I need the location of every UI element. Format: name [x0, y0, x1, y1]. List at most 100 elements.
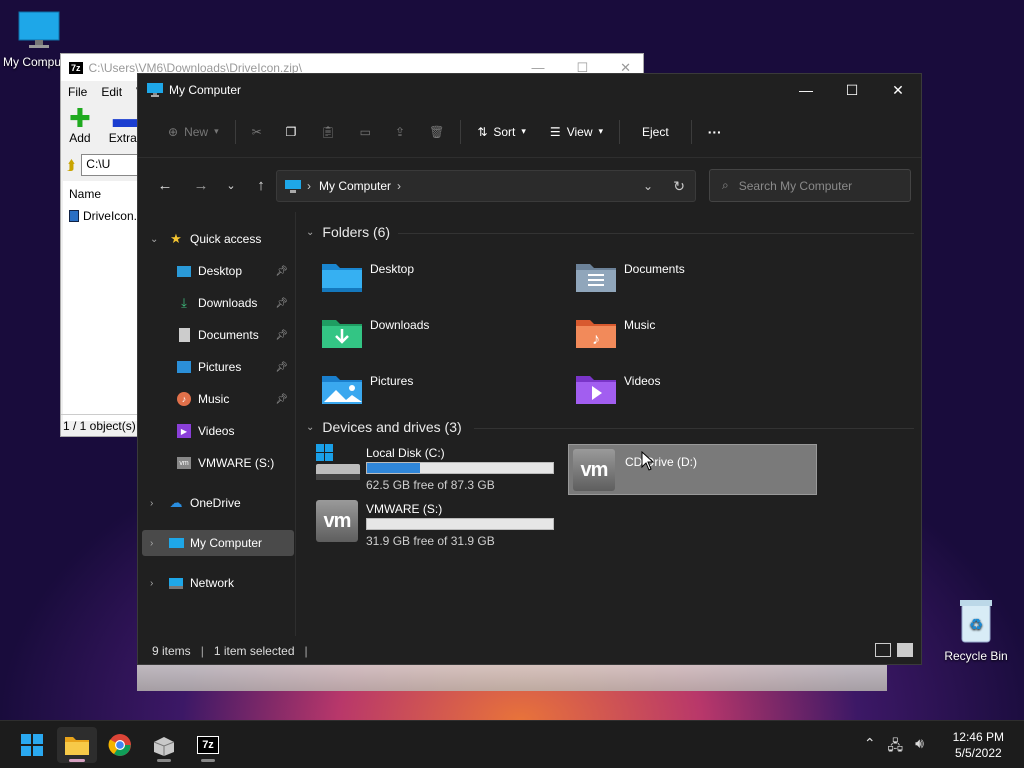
chevron-down-icon: ▾ [521, 126, 526, 136]
explorer-window[interactable]: My Computer — ☐ ✕ ⊕ New ▾ ✂ ❐ 📋︎ ▭ ⇪ 🗑︎ … [137, 73, 922, 665]
separator [460, 119, 462, 144]
folder-downloads[interactable]: Downloads [316, 312, 556, 356]
up-folder-icon[interactable]: ⮭ [67, 157, 75, 174]
search-placeholder: Search My Computer [738, 178, 853, 193]
chevron-up-icon[interactable]: ⌃ [864, 735, 876, 759]
background-window-edge [137, 665, 887, 691]
start-button[interactable] [12, 727, 52, 763]
clipboard-icon: 📋︎ [320, 124, 336, 139]
chevron-down-icon[interactable]: ⌄ [643, 179, 653, 193]
up-arrow-icon[interactable]: ↑ [246, 177, 276, 194]
network-icon[interactable]: 🖧︎ [888, 735, 904, 759]
group-title: Folders (6) [322, 224, 391, 240]
delete-button[interactable]: 🗑︎ [417, 116, 456, 148]
taskbar-file-explorer[interactable] [57, 727, 97, 763]
desktop-folder-icon [322, 264, 362, 292]
sevenzip-address-input[interactable]: C:\U [81, 154, 142, 176]
sidebar-item-label: Network [190, 576, 235, 590]
sidebar-item-onedrive[interactable]: › ☁ OneDrive [138, 490, 294, 516]
navigation-pane[interactable]: ⌄ ★ Quick access Desktop 📌︎ ⤓ Downloads … [138, 212, 296, 636]
tiles-view-icon[interactable] [897, 643, 913, 657]
desktop-recycle-bin-icon[interactable]: ♻ Recycle Bin [940, 598, 1012, 663]
sidebar-item-quick-access[interactable]: ⌄ ★ Quick access [138, 226, 294, 252]
forward-arrow-icon[interactable]: → [186, 177, 216, 194]
sidebar-item-label: Quick access [190, 232, 262, 246]
menu-edit[interactable]: Edit [101, 85, 122, 99]
new-button[interactable]: ⊕ New ▾ [156, 116, 231, 148]
search-input[interactable]: ⌕ Search My Computer [709, 169, 911, 202]
folder-name: Videos [624, 374, 661, 388]
drives-group-header[interactable]: ⌄ Devices and drives (3) [306, 419, 462, 435]
file-name: DriveIcon. [82, 209, 137, 223]
taskbar-chrome[interactable] [100, 727, 140, 763]
sort-button[interactable]: ⇅ Sort ▾ [465, 116, 538, 148]
rename-button[interactable]: ▭ [348, 116, 383, 148]
breadcrumb[interactable]: My Computer [319, 179, 391, 193]
mouse-cursor-icon [641, 451, 655, 471]
address-text: C:\U [86, 157, 111, 171]
folder-pictures[interactable]: Pictures [316, 368, 556, 412]
sidebar-item-my-computer[interactable]: › My Computer [142, 530, 294, 556]
window-controls: — ☐ ✕ [783, 74, 921, 106]
chevron-down-icon[interactable]: ⌄ [150, 234, 158, 245]
chevron-right-icon[interactable]: › [150, 498, 153, 509]
drive-name: VMWARE (S:) [366, 502, 443, 516]
folders-group-header[interactable]: ⌄ Folders (6) [306, 224, 390, 240]
minimize-button[interactable]: — [783, 74, 829, 106]
eject-label: Eject [642, 124, 669, 139]
clock[interactable]: 12:46 PM 5/5/2022 [953, 729, 1004, 761]
sidebar-item-network[interactable]: › Network [138, 570, 294, 596]
breadcrumb-chevron-icon[interactable]: › [397, 179, 401, 193]
maximize-button[interactable]: ☐ [829, 74, 875, 106]
content-pane[interactable]: ⌄ Folders (6) Desktop Documents Download… [298, 212, 921, 636]
menu-file[interactable]: File [68, 85, 87, 99]
add-button[interactable]: ✚ Add [69, 105, 91, 151]
view-button[interactable]: ☰ View ▾ [538, 116, 615, 148]
list-item[interactable]: DriveIcon. [63, 207, 143, 225]
folder-videos[interactable]: Videos [570, 368, 810, 412]
sidebar-item-label: VMWARE (S:) [198, 456, 275, 470]
chevron-right-icon[interactable]: › [150, 578, 153, 589]
star-icon: ★ [170, 231, 182, 246]
details-view-icon[interactable] [875, 643, 891, 657]
back-arrow-icon[interactable]: ← [150, 177, 180, 194]
sidebar-item-documents[interactable]: Documents 📌︎ [138, 322, 294, 348]
copy-button[interactable]: ❐ [274, 116, 309, 148]
sidebar-item-vmware[interactable]: vm VMWARE (S:) [138, 450, 294, 476]
sidebar-item-label: My Computer [190, 536, 263, 550]
recent-chevron-icon[interactable]: ⌄ [216, 179, 246, 192]
video-icon: ▶ [176, 423, 192, 439]
paste-button[interactable]: 📋︎ [308, 116, 347, 148]
drive-local-disk-c[interactable]: Local Disk (C:) 62.5 GB free of 87.3 GB [316, 444, 566, 494]
new-label: New [184, 124, 209, 139]
rename-icon: ▭ [359, 124, 372, 139]
cut-button[interactable]: ✂ [240, 116, 274, 148]
folder-documents[interactable]: Documents [570, 256, 810, 300]
share-button[interactable]: ⇪ [383, 116, 417, 148]
more-options-button[interactable]: ··· [696, 116, 734, 148]
address-bar[interactable]: › My Computer › ⌄ ↻ [276, 170, 696, 202]
drive-vmware-s[interactable]: vm VMWARE (S:) 31.9 GB free of 31.9 GB [316, 500, 566, 550]
refresh-icon[interactable]: ↻ [673, 178, 685, 195]
taskbar-7zip[interactable]: 7z [188, 727, 228, 763]
sidebar-item-videos[interactable]: ▶ Videos [138, 418, 294, 444]
sidebar-item-desktop[interactable]: Desktop 📌︎ [138, 258, 294, 284]
sidebar-item-pictures[interactable]: Pictures 📌︎ [138, 354, 294, 380]
volume-icon[interactable]: 🔊︎ [915, 735, 924, 759]
svg-text:♻: ♻ [969, 617, 983, 634]
folder-music[interactable]: ♪ Music [570, 312, 810, 356]
close-button[interactable]: ✕ [875, 74, 921, 106]
column-header-name[interactable]: Name [63, 181, 143, 207]
sidebar-item-downloads[interactable]: ⤓ Downloads 📌︎ [138, 290, 294, 316]
command-bar: ⊕ New ▾ ✂ ❐ 📋︎ ▭ ⇪ 🗑︎ ⇅ Sort ▾ ☰ View ▾ … [138, 106, 921, 158]
sidebar-item-music[interactable]: ♪ Music 📌︎ [138, 386, 294, 412]
sevenzip-file-list[interactable]: Name DriveIcon. [63, 181, 143, 421]
folder-desktop[interactable]: Desktop [316, 256, 556, 300]
chevron-right-icon[interactable]: › [150, 538, 153, 549]
drive-cd-d[interactable]: vm CD Drive (D:) [568, 444, 817, 495]
taskbar-installer[interactable] [144, 727, 184, 763]
separator [234, 119, 236, 144]
eject-button[interactable]: Eject [624, 116, 687, 148]
documents-folder-icon [576, 264, 616, 292]
sort-label: Sort [493, 124, 516, 139]
